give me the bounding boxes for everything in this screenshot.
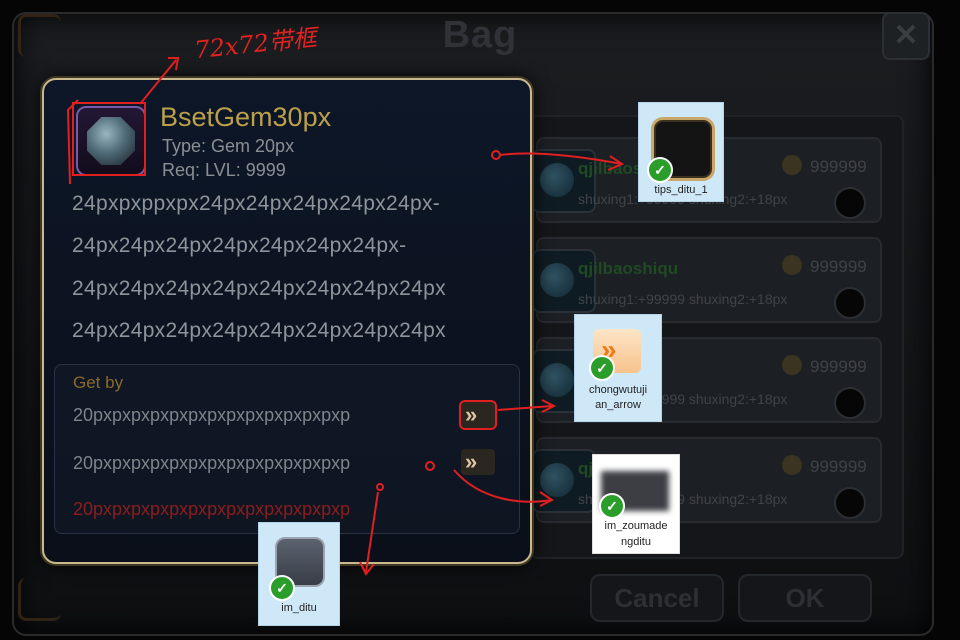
asset-label: tips_ditu_1 xyxy=(654,184,708,196)
asset-card-tips-ditu: ✓ tips_ditu_1 xyxy=(638,102,724,202)
asset-card-zoumade: ✓ im_zoumade ngditu xyxy=(592,454,680,554)
asset-label: an_arrow xyxy=(595,399,641,411)
check-icon: ✓ xyxy=(269,575,295,601)
check-icon: ✓ xyxy=(599,493,625,519)
asset-label: im_ditu xyxy=(281,602,317,614)
asset-card-arrow: » ✓ chongwutuji an_arrow xyxy=(574,314,662,422)
asset-label: ngditu xyxy=(621,536,651,548)
asset-card-ditu: ✓ im_ditu xyxy=(258,522,340,626)
check-icon: ✓ xyxy=(647,157,673,183)
annotation-arrows xyxy=(66,57,625,576)
asset-label: im_zoumade xyxy=(604,520,668,532)
asset-label: chongwutuji xyxy=(588,384,648,396)
check-icon: ✓ xyxy=(589,355,615,381)
